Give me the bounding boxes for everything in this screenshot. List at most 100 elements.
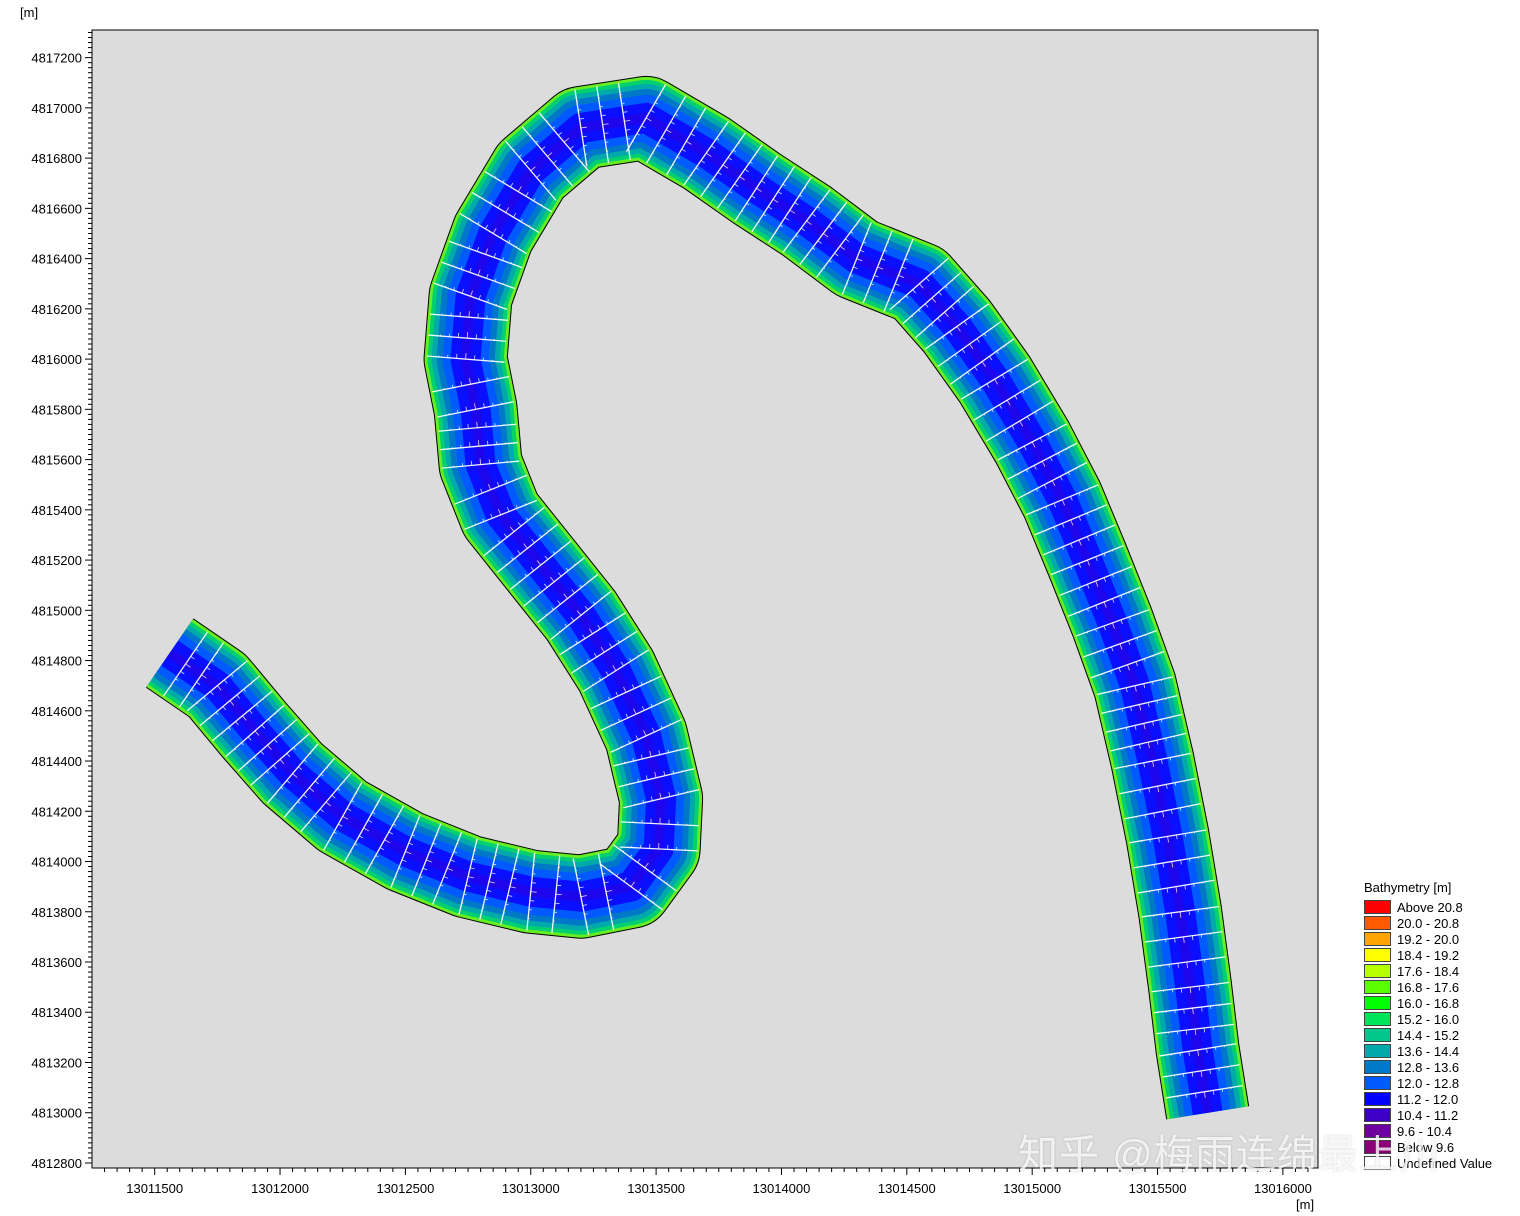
y-tick-label: 4812800 <box>31 1156 82 1171</box>
velocity-vector <box>649 679 651 682</box>
velocity-vector <box>503 282 505 285</box>
velocity-vector <box>436 892 439 895</box>
bathymetry-map: 13011500 13012000 13012500 13013000 13013500… <box>31 29 1319 1196</box>
legend-label: 14.4 - 15.2 <box>1397 1027 1460 1043</box>
velocity-vector <box>444 285 447 288</box>
velocity-vector <box>474 523 476 526</box>
x-tick-label: 13015500 <box>1129 1181 1187 1196</box>
y-tick-label: 4816800 <box>31 151 82 166</box>
legend-swatch <box>1364 932 1391 946</box>
legend-swatch <box>1364 964 1391 978</box>
y-tick-label: 4813400 <box>31 1005 82 1020</box>
legend-swatch <box>1364 948 1391 962</box>
y-tick-label: 4816400 <box>31 252 82 267</box>
velocity-vector <box>659 701 661 704</box>
x-axis-unit: [m] <box>1296 1197 1315 1212</box>
velocity-vector <box>476 421 478 428</box>
y-tick-label: 4813800 <box>31 905 82 920</box>
legend-swatch <box>1364 1028 1391 1042</box>
velocity-vector <box>1086 489 1089 491</box>
y-tick-label: 4813000 <box>31 1106 82 1121</box>
y-tick-label: 4815000 <box>31 603 82 618</box>
x-tick-label: 13011500 <box>126 1181 183 1196</box>
legend-label: 15.2 - 16.0 <box>1397 1011 1460 1027</box>
legend-label: 12.0 - 12.8 <box>1397 1075 1460 1091</box>
y-tick-label: 4814800 <box>31 654 82 669</box>
legend-swatch <box>1364 980 1391 994</box>
y-tick-label: 4815400 <box>31 503 82 518</box>
legend-swatch <box>1364 1044 1391 1058</box>
x-tick-label: 13016000 <box>1254 1181 1312 1196</box>
velocity-vector <box>1095 509 1097 512</box>
velocity-vector <box>436 834 438 836</box>
legend-label: 16.8 - 17.6 <box>1397 979 1460 995</box>
y-tick-label: 4816000 <box>31 352 82 367</box>
legend-entry: 17.6 - 18.4 <box>1364 963 1492 979</box>
legend-label: 19.2 - 20.0 <box>1397 931 1460 947</box>
y-tick-label: 4815600 <box>31 453 82 468</box>
x-tick-label: 13013000 <box>502 1181 560 1196</box>
velocity-vector <box>908 249 911 252</box>
velocity-vector <box>846 283 849 285</box>
velocity-vector <box>1185 1030 1188 1035</box>
y-tick-label: 4813200 <box>31 1055 82 1070</box>
legend-entry: 20.0 - 20.8 <box>1364 915 1492 931</box>
legend-label: 18.4 - 19.2 <box>1397 947 1460 963</box>
velocity-vector <box>452 264 454 267</box>
velocity-vector <box>510 262 512 264</box>
legend-entry: 14.4 - 15.2 <box>1364 1027 1492 1043</box>
legend-entry: 13.6 - 14.4 <box>1364 1043 1492 1059</box>
legend-swatch <box>1364 996 1391 1010</box>
velocity-vector <box>1152 655 1154 658</box>
velocity-vector <box>1128 591 1131 594</box>
velocity-vector <box>477 440 480 447</box>
velocity-vector <box>620 745 622 748</box>
legend-entry: 11.2 - 12.0 <box>1364 1091 1492 1107</box>
y-tick-label: 4814200 <box>31 804 82 819</box>
velocity-vector <box>1183 1009 1185 1014</box>
velocity-vector <box>600 702 602 704</box>
legend-label: 13.6 - 14.4 <box>1397 1043 1460 1059</box>
x-tick-label: 13013500 <box>627 1181 685 1196</box>
legend-swatch <box>1364 1108 1391 1122</box>
legend-entry: 12.0 - 12.8 <box>1364 1075 1492 1091</box>
velocity-vector <box>610 723 612 726</box>
legend-entry: 19.2 - 20.0 <box>1364 931 1492 947</box>
legend-label: 11.2 - 12.0 <box>1397 1091 1459 1107</box>
velocity-vector <box>887 241 890 243</box>
velocity-vector <box>1180 988 1183 993</box>
y-tick-label: 4817200 <box>31 51 82 66</box>
velocity-vector <box>1045 530 1047 532</box>
velocity-vector <box>888 300 890 302</box>
y-tick-label: 4815200 <box>31 553 82 568</box>
velocity-vector <box>464 498 466 500</box>
velocity-vector <box>1120 570 1122 573</box>
watermark: 知乎 @梅雨连绵最上川 <box>1018 1133 1441 1177</box>
velocity-vector <box>1036 509 1039 512</box>
legend-swatch <box>1364 1092 1391 1106</box>
legend-swatch <box>1364 1076 1391 1090</box>
velocity-vector <box>1078 611 1080 614</box>
legend-swatch <box>1364 1060 1391 1074</box>
y-tick-label: 4816200 <box>31 302 82 317</box>
velocity-vector <box>1053 550 1055 552</box>
y-tick-label: 4814400 <box>31 754 82 769</box>
velocity-vector <box>1144 634 1147 637</box>
y-tick-label: 4815800 <box>31 402 82 417</box>
legend-title: Bathymetry [m] <box>1364 880 1452 895</box>
legend-label: 16.0 - 16.8 <box>1397 995 1460 1011</box>
legend-entry: 16.0 - 16.8 <box>1364 995 1492 1011</box>
y-tick-label: 4817000 <box>31 101 82 116</box>
velocity-vector <box>1103 529 1105 532</box>
velocity-vector <box>866 233 869 235</box>
velocity-vector <box>1061 569 1064 572</box>
velocity-vector <box>1094 652 1096 655</box>
y-tick-label: 4813600 <box>31 955 82 970</box>
legend-entry: 15.2 - 16.0 <box>1364 1011 1492 1027</box>
y-tick-label: 4814600 <box>31 704 82 719</box>
legend-entry: 12.8 - 13.6 <box>1364 1059 1492 1075</box>
velocity-vector <box>416 884 418 886</box>
legend-label: 17.6 - 18.4 <box>1397 963 1460 979</box>
velocity-vector <box>415 826 417 828</box>
velocity-vector <box>524 503 527 505</box>
